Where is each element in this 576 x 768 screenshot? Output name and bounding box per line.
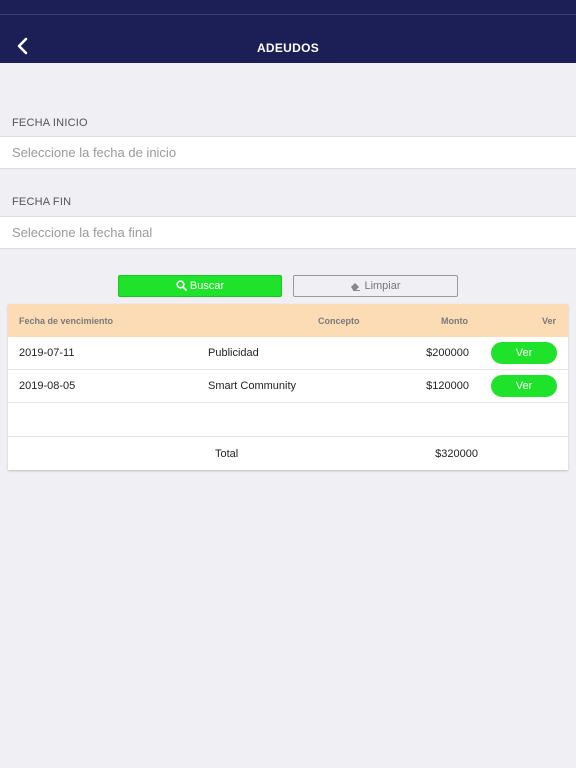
end-date-label: FECHA FIN (12, 196, 72, 208)
table-row: 2019-08-05 Smart Community $120000 Ver (8, 370, 568, 403)
view-button[interactable]: Ver (491, 375, 557, 397)
debts-table: Fecha de vencimiento Concepto Monto Ver … (8, 304, 568, 470)
status-bar (0, 0, 576, 14)
amount-cell: $120000 (426, 380, 469, 392)
search-button[interactable]: Buscar (118, 275, 282, 297)
column-header-fecha: Fecha de vencimiento (19, 316, 114, 326)
total-row: Total $320000 (8, 436, 568, 470)
due-date-cell: 2019-07-11 (19, 347, 75, 359)
end-date-field[interactable]: Seleccione la fecha final (0, 216, 576, 249)
view-button[interactable]: Ver (491, 342, 557, 364)
search-button-label: Buscar (189, 280, 225, 292)
column-header-ver: Ver (542, 316, 557, 326)
table-header: Fecha de vencimiento Concepto Monto Ver (8, 304, 568, 337)
concept-cell: Smart Community (208, 380, 297, 392)
table-row: 2019-07-11 Publicidad $200000 Ver (8, 337, 568, 370)
concept-cell: Publicidad (208, 347, 259, 359)
start-date-label: FECHA INICIO (12, 117, 88, 129)
total-amount: $320000 (435, 448, 478, 460)
eraser-icon (351, 283, 361, 291)
due-date-cell: 2019-08-05 (19, 380, 76, 392)
total-label: Total (215, 448, 239, 460)
nav-bar: ADEUDOS (0, 14, 576, 63)
clear-button[interactable]: Limpiar (293, 275, 458, 297)
page-title: ADEUDOS (256, 41, 320, 55)
clear-button-label: Limpiar (364, 280, 401, 292)
start-date-field[interactable]: Seleccione la fecha de inicio (0, 136, 576, 169)
search-icon (176, 280, 187, 291)
amount-cell: $200000 (426, 347, 469, 359)
column-header-monto: Monto (441, 316, 468, 326)
column-header-concepto: Concepto (318, 316, 360, 326)
